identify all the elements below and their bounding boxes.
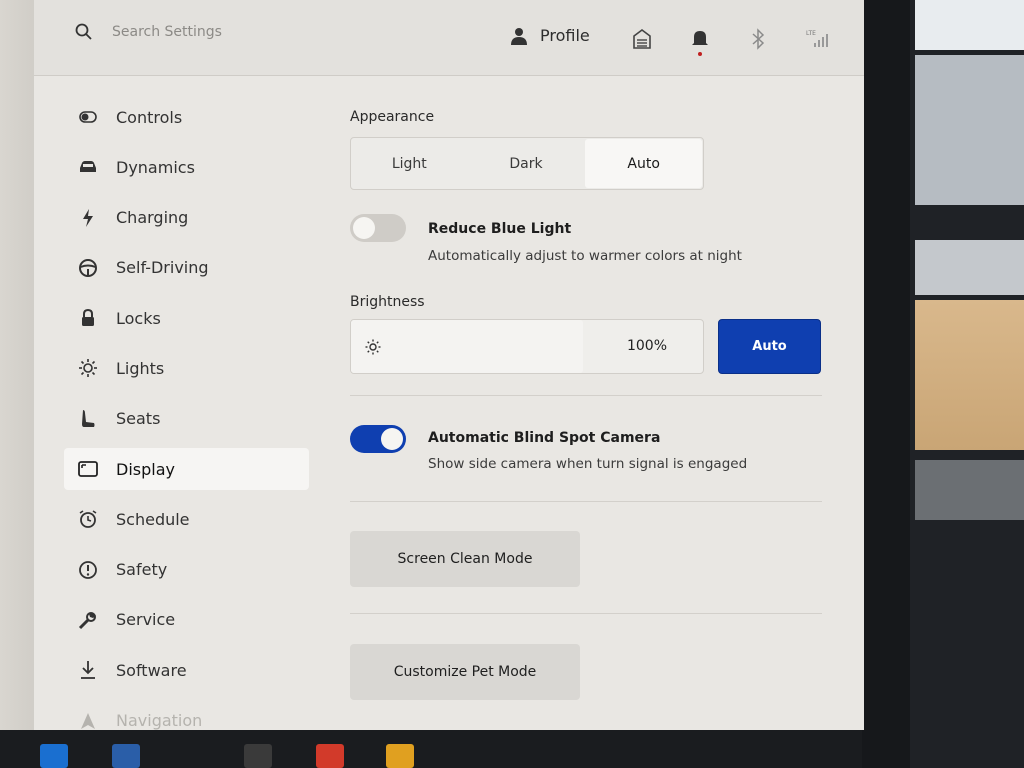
reduce-blue-light-title: Reduce Blue Light [428,221,572,237]
blind-spot-camera-toggle[interactable] [350,425,406,453]
sidebar-item-label: Controls [116,107,183,127]
blind-spot-camera-title: Automatic Blind Spot Camera [428,430,661,446]
sidebar-item-label: Schedule [116,509,190,529]
sidebar-item-self-driving[interactable]: Self-Driving [64,247,309,289]
notification-bell-icon[interactable] [690,28,710,56]
sidebar-item-label: Lights [116,358,165,378]
toggle-knob [381,428,403,450]
profile-label: Profile [540,26,590,45]
settings-sidebar: Controls Dynamics Charging Self-Driving … [64,96,309,730]
sidebar-item-controls[interactable]: Controls [64,96,309,138]
reduce-blue-light-toggle[interactable] [350,214,406,242]
sidebar-item-label: Software [116,660,187,680]
sidebar-item-display[interactable]: Display [64,448,309,491]
brightness-slider-fill [351,320,584,373]
profile-button[interactable]: Profile [510,26,590,45]
sidebar-item-label: Display [116,459,175,479]
appearance-option-light[interactable]: Light [351,138,468,189]
sidebar-item-service[interactable]: Service [64,599,309,641]
divider [350,501,822,502]
sidebar-item-label: Navigation [116,711,203,730]
divider [350,613,822,614]
sidebar-item-label: Charging [116,208,189,228]
bolt-icon [78,208,98,228]
brightness-auto-button[interactable]: Auto [718,319,821,374]
seat-icon [78,409,98,429]
sidebar-item-charging[interactable]: Charging [64,197,309,239]
sidebar-item-navigation[interactable]: Navigation [64,700,309,730]
toggle-knob [353,217,375,239]
reduce-blue-light-subtitle: Automatically adjust to warmer colors at… [428,248,742,264]
brightness-label: Brightness [350,294,425,310]
search-icon [75,23,92,40]
appearance-option-dark[interactable]: Dark [468,138,585,189]
sidebar-item-safety[interactable]: Safety [64,549,309,591]
navigation-arrow-icon [78,711,98,730]
app-icon[interactable] [112,744,140,768]
screen-bezel [862,0,910,768]
lock-icon [78,308,98,328]
appearance-label: Appearance [350,109,435,125]
car-icon [78,157,98,177]
garage-icon[interactable] [632,28,652,50]
screen-clean-mode-button[interactable]: Screen Clean Mode [350,531,580,587]
light-bulb-icon [78,358,98,378]
appearance-option-auto[interactable]: Auto [585,139,703,188]
search-bar[interactable]: Search Settings [74,22,222,42]
settings-screen: Search Settings Profile LTE Controls Dyn… [34,0,864,730]
divider [350,395,822,396]
blind-spot-camera-subtitle: Show side camera when turn signal is eng… [428,456,748,472]
sidebar-item-label: Safety [116,560,168,580]
wrench-icon [78,610,98,630]
sidebar-item-label: Seats [116,409,161,429]
steering-wheel-icon [78,258,98,278]
sidebar-item-software[interactable]: Software [64,649,309,691]
appearance-segmented-control: Light Dark Auto [350,137,704,190]
sidebar-item-locks[interactable]: Locks [64,297,309,339]
brightness-slider[interactable]: 100% [350,319,704,374]
bluetooth-icon[interactable] [748,28,768,50]
background-right [905,0,1024,768]
top-bar: Search Settings Profile LTE [34,0,864,76]
alert-circle-icon [78,560,98,580]
brightness-value: 100% [626,338,667,354]
download-icon [78,660,98,680]
sidebar-item-label: Self-Driving [116,258,209,278]
app-icon[interactable] [40,744,68,768]
person-icon [511,27,527,45]
alarm-clock-icon [78,509,98,529]
toggle-icon [78,107,98,127]
customize-pet-mode-button[interactable]: Customize Pet Mode [350,644,580,700]
calendar-icon[interactable] [316,744,344,768]
taskbar [0,730,862,768]
sidebar-item-label: Locks [116,308,161,328]
sidebar-item-dynamics[interactable]: Dynamics [64,146,309,188]
notification-dot [698,52,702,56]
sun-icon [365,339,381,355]
search-input[interactable]: Search Settings [112,24,222,40]
sidebar-item-label: Service [116,610,176,630]
sidebar-item-lights[interactable]: Lights [64,347,309,389]
sidebar-item-seats[interactable]: Seats [64,398,309,440]
sidebar-item-schedule[interactable]: Schedule [64,498,309,540]
display-icon [78,459,98,479]
app-icon[interactable] [386,744,414,768]
lte-label: LTE [806,30,816,37]
lte-signal-icon: LTE [806,28,828,50]
app-icon[interactable] [244,744,272,768]
sidebar-item-label: Dynamics [116,157,195,177]
